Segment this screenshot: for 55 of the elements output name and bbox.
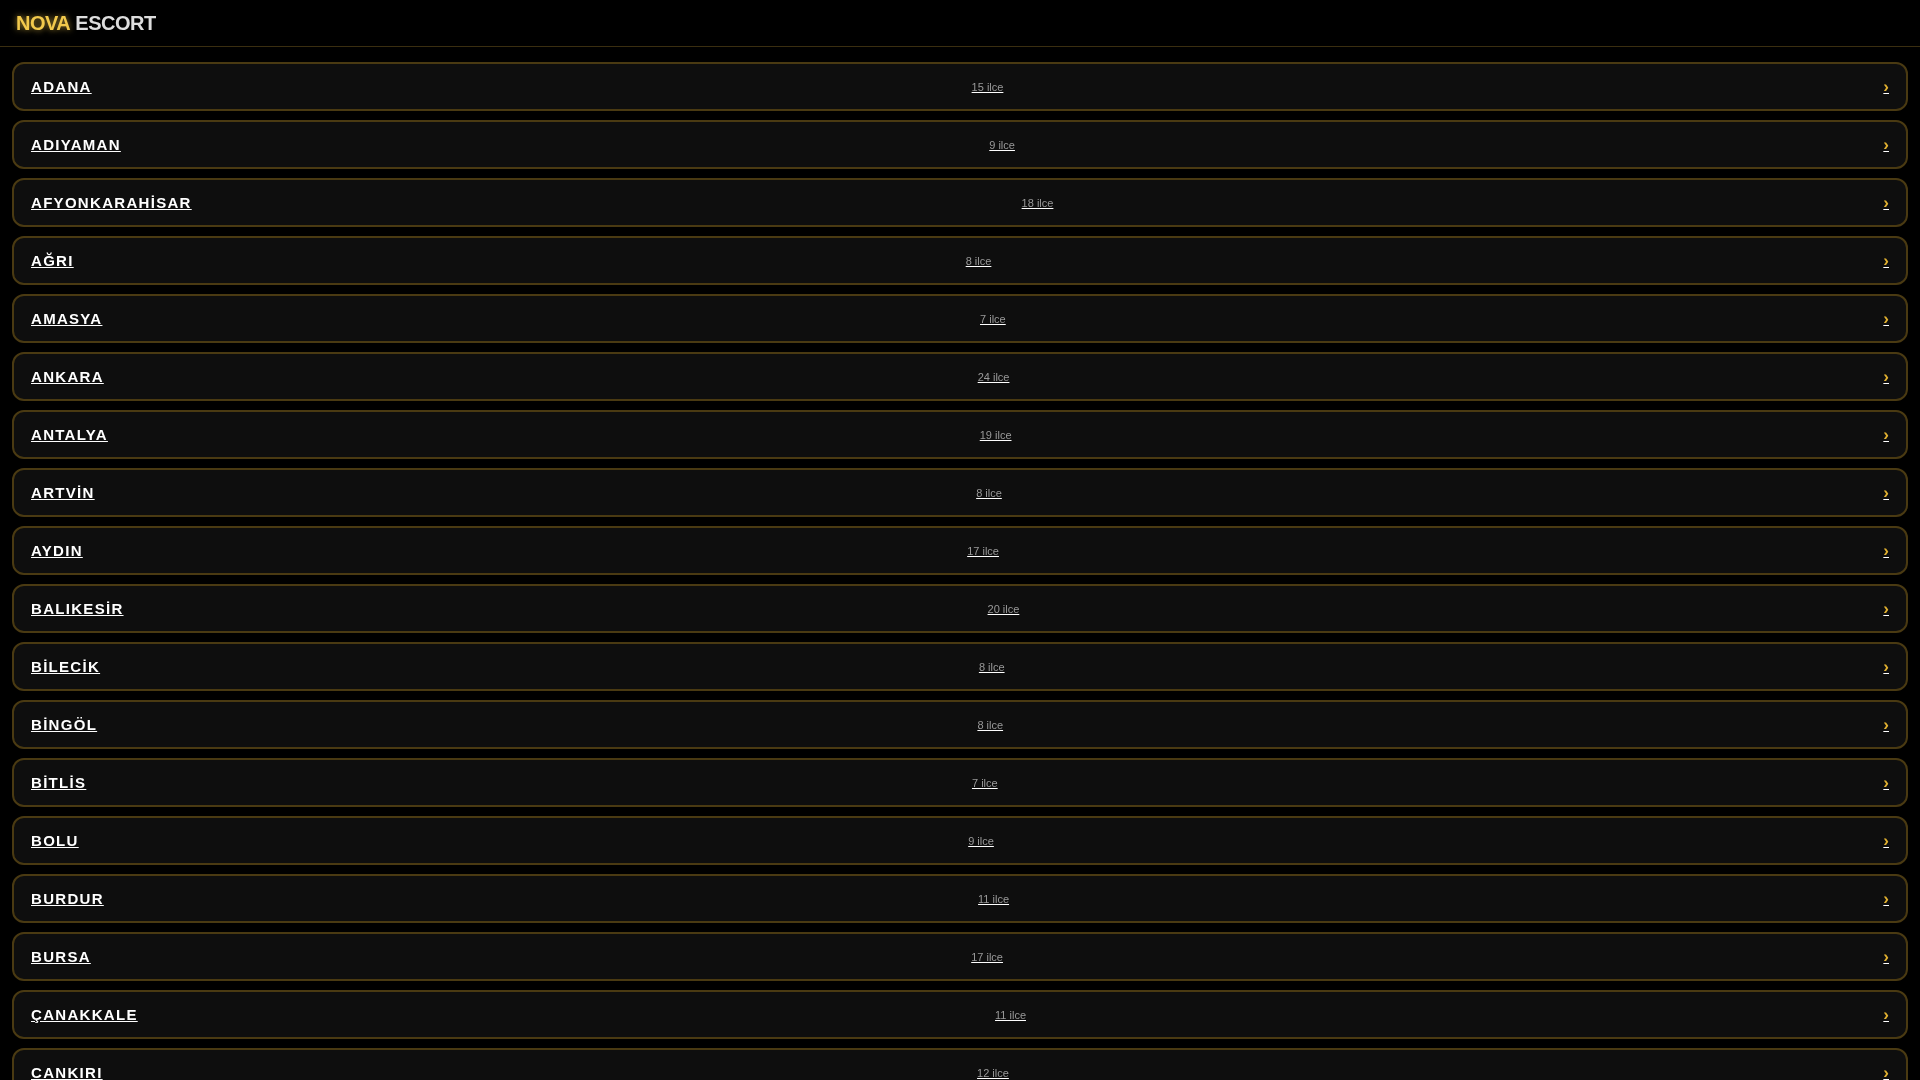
district-count-link[interactable]: 8 ilce — [977, 718, 1004, 731]
city-link[interactable]: ANKARA — [31, 368, 104, 385]
chevron-link[interactable]: › — [1883, 716, 1889, 733]
district-count-link[interactable]: 9 ilce — [968, 834, 994, 847]
district-count-link[interactable]: 11 ilce — [978, 892, 1010, 905]
district-count-link[interactable]: 8 ilce — [978, 660, 1005, 673]
chevron-link[interactable]: › — [1883, 600, 1889, 617]
city-link[interactable]: AĞRI — [31, 252, 74, 269]
city-link[interactable]: AMASYA — [31, 310, 103, 327]
city-link[interactable]: ADIYAMAN — [31, 136, 121, 153]
district-count-link[interactable]: 15 ilce — [971, 80, 1004, 93]
city-link[interactable]: ÇANAKKALE — [31, 1006, 138, 1023]
chevron-link[interactable]: › — [1883, 890, 1889, 907]
district-count-link[interactable]: 8 ilce — [965, 254, 992, 267]
chevron-link[interactable]: › — [1883, 136, 1889, 153]
city-link[interactable]: BURSA — [31, 948, 91, 965]
district-count-link[interactable]: 19 ilce — [979, 428, 1012, 441]
district-count-link[interactable]: 9 ilce — [989, 138, 1015, 151]
district-count-link[interactable]: 24 ilce — [977, 370, 1010, 383]
chevron-link[interactable]: › — [1883, 310, 1889, 327]
chevron-link[interactable]: › — [1883, 194, 1889, 211]
chevron-link[interactable]: › — [1883, 484, 1889, 501]
chevron-link[interactable]: › — [1883, 1064, 1889, 1080]
district-count-link[interactable]: 12 ilce — [977, 1066, 1009, 1079]
chevron-link[interactable]: › — [1883, 78, 1889, 95]
chevron-link[interactable]: › — [1883, 832, 1889, 849]
city-link[interactable]: ADANA — [31, 78, 92, 95]
district-count-link[interactable]: 20 ilce — [987, 602, 1020, 615]
district-count-link[interactable]: 17 ilce — [971, 950, 1003, 963]
chevron-link[interactable]: › — [1883, 658, 1889, 675]
city-link[interactable]: AYDIN — [31, 542, 83, 559]
district-count-link[interactable]: 11 ilce — [995, 1008, 1026, 1021]
city-link[interactable]: ANTALYA — [31, 426, 108, 443]
site-logo[interactable]: NOVA ESCORT — [16, 11, 156, 35]
chevron-link[interactable]: › — [1883, 252, 1889, 269]
chevron-link[interactable]: › — [1883, 368, 1889, 385]
district-count-link[interactable]: 7 ilce — [980, 312, 1006, 325]
district-count-link[interactable]: 17 ilce — [967, 544, 999, 557]
chevron-link[interactable]: › — [1883, 426, 1889, 443]
chevron-link[interactable]: › — [1883, 774, 1889, 791]
city-link[interactable]: BALIKESİR — [31, 600, 124, 617]
district-count-link[interactable]: 8 ilce — [976, 486, 1002, 499]
city-link[interactable]: AFYONKARAHİSAR — [31, 194, 192, 211]
city-link[interactable]: BİTLİS — [31, 774, 87, 791]
chevron-link[interactable]: › — [1883, 948, 1889, 965]
city-link[interactable]: BİLECİK — [31, 658, 101, 675]
city-link[interactable]: CANKIRI — [31, 1064, 103, 1080]
chevron-link[interactable]: › — [1883, 1006, 1889, 1023]
city-link[interactable]: ARTVİN — [31, 484, 95, 501]
city-link[interactable]: BİNGÖL — [31, 716, 98, 733]
district-count-link[interactable]: 18 ilce — [1021, 196, 1054, 209]
district-count-link[interactable]: 7 ilce — [971, 776, 998, 789]
city-link[interactable]: BOLU — [31, 832, 79, 849]
chevron-link[interactable]: › — [1883, 542, 1889, 559]
city-link[interactable]: BURDUR — [31, 890, 104, 907]
